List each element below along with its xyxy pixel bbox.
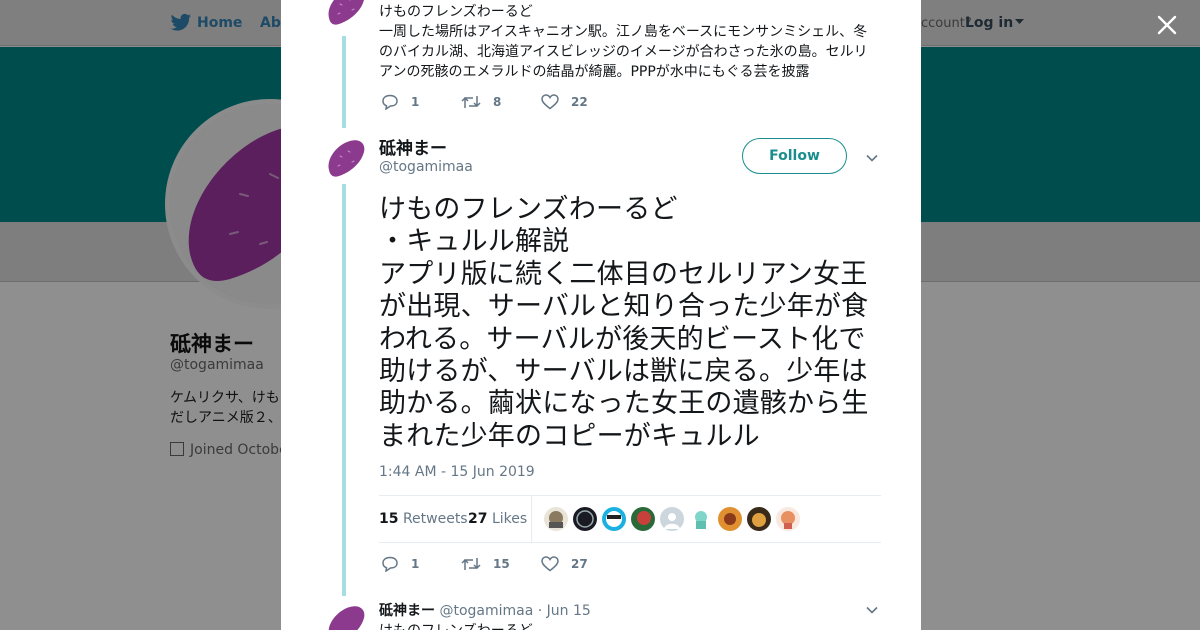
- liker-avatar[interactable]: [776, 507, 800, 531]
- tweet-text-line: 一周した場所はアイスキャニオン駅。江ノ島をベースにモンサンミシェル、冬のバイカル…: [379, 24, 868, 80]
- tweet-date[interactable]: · Jun 15: [538, 603, 591, 619]
- profile-name: 砥神まー: [170, 332, 254, 356]
- author-handle[interactable]: @togamimaa: [379, 159, 473, 175]
- like-count: 27: [571, 557, 588, 571]
- profile-bio: ケムリクサ、けも だしアニメ版２、: [170, 388, 282, 428]
- avatar[interactable]: [324, 0, 368, 28]
- liker-avatar-image: [689, 507, 713, 531]
- avatar[interactable]: [324, 136, 368, 180]
- more-options-button[interactable]: [865, 150, 879, 169]
- retweet-icon: [461, 558, 481, 570]
- liker-avatar-image: [573, 507, 597, 531]
- stats-divider: [531, 496, 532, 542]
- liker-avatar-image: [776, 507, 800, 531]
- retweets-stat-count: 15: [379, 511, 399, 527]
- liker-avatar-image: [631, 507, 655, 531]
- tweet-actions: 1 8 22: [381, 92, 621, 112]
- close-icon: [1157, 15, 1177, 35]
- sweet-potato-avatar-image: [328, 140, 365, 177]
- login-link[interactable]: Log in: [965, 15, 1025, 31]
- tweet-actions: 1 15 27: [381, 554, 621, 574]
- like-count: 22: [571, 95, 588, 109]
- avatar[interactable]: [324, 602, 368, 630]
- tweet-text: けものフレンズわーるど 一周した場所はアイスキャニオン駅。江ノ島をベースにモンサ…: [379, 2, 879, 82]
- tweet-permalink-modal: けものフレンズわーるど 一周した場所はアイスキャニオン駅。江ノ島をベースにモンサ…: [281, 0, 921, 630]
- profile-joined: Joined Octobe: [170, 442, 288, 458]
- retweet-button[interactable]: 15: [461, 556, 541, 572]
- tweet-stats: 15 Retweets 27 Likes: [379, 495, 881, 543]
- sweet-potato-avatar-image: [328, 0, 364, 25]
- reply-button[interactable]: 1: [381, 556, 461, 572]
- retweet-button[interactable]: 8: [461, 94, 541, 110]
- tweet-timestamp[interactable]: 1:44 AM - 15 Jun 2019: [379, 464, 535, 480]
- follow-label: Follow: [769, 148, 820, 164]
- like-button[interactable]: 22: [541, 94, 621, 110]
- follow-button[interactable]: Follow: [742, 138, 847, 174]
- reply-count: 1: [411, 95, 420, 109]
- profile-bio-line: だしアニメ版２、: [170, 410, 282, 426]
- liker-avatar-image: [747, 507, 771, 531]
- profile-handle: @togamimaa: [170, 357, 264, 373]
- login-label: Log in: [965, 15, 1014, 31]
- sweet-potato-avatar-image: [328, 606, 365, 630]
- reply-button[interactable]: 1: [381, 94, 461, 110]
- nav-home-link[interactable]: Home: [197, 15, 242, 31]
- retweet-icon: [461, 96, 481, 108]
- tweet-text: けものフレンズわーるど: [379, 620, 533, 630]
- author-name[interactable]: 砥神まー: [379, 603, 435, 619]
- likes-stat[interactable]: 27 Likes: [468, 511, 527, 527]
- reply-count: 1: [411, 557, 420, 571]
- liker-avatar-image: [718, 507, 742, 531]
- author-handle[interactable]: @togamimaa: [439, 603, 533, 619]
- liker-avatar[interactable]: [660, 507, 684, 531]
- caret-down-icon: [1015, 19, 1025, 24]
- chevron-down-icon: [866, 154, 878, 162]
- more-options-button[interactable]: [865, 602, 879, 621]
- liker-avatar-image: [544, 507, 568, 531]
- tweet-header: 砥神まー @togamimaa · Jun 15: [379, 600, 591, 620]
- author-name[interactable]: 砥神まー: [379, 134, 447, 159]
- joined-text: Joined Octobe: [190, 442, 288, 458]
- liker-avatar[interactable]: [573, 507, 597, 531]
- liker-avatar[interactable]: [747, 507, 771, 531]
- liker-avatars: [544, 507, 805, 531]
- thread-line: [342, 184, 346, 596]
- liker-avatar-image: [602, 507, 626, 531]
- tweet-text-line: けものフレンズわーるど: [379, 4, 533, 20]
- reply-icon: [382, 556, 398, 572]
- like-button[interactable]: 27: [541, 556, 621, 572]
- tweet-text: けものフレンズわーるど ・キュルル解説 アプリ版に続く二体目のセルリアン女王が出…: [379, 194, 869, 452]
- profile-bio-line: ケムリクサ、けも: [170, 390, 280, 406]
- liker-avatar[interactable]: [718, 507, 742, 531]
- retweets-stat-label: Retweets: [402, 511, 468, 527]
- likes-stat-label: Likes: [491, 511, 528, 527]
- retweet-count: 8: [493, 95, 502, 109]
- twitter-bird-icon: [170, 13, 192, 31]
- liker-avatar[interactable]: [689, 507, 713, 531]
- calendar-icon: [170, 442, 184, 456]
- heart-icon: [541, 94, 559, 110]
- thread-line: [342, 36, 346, 128]
- retweet-count: 15: [493, 557, 510, 571]
- likes-stat-count: 27: [468, 511, 488, 527]
- retweets-stat[interactable]: 15 Retweets: [379, 511, 468, 527]
- liker-avatar[interactable]: [602, 507, 626, 531]
- close-button[interactable]: [1152, 10, 1182, 40]
- default-egg-avatar-image: [660, 507, 684, 531]
- liker-avatar[interactable]: [631, 507, 655, 531]
- reply-icon: [382, 94, 398, 110]
- liker-avatar[interactable]: [544, 507, 568, 531]
- heart-icon: [541, 556, 559, 572]
- chevron-down-icon: [866, 606, 878, 614]
